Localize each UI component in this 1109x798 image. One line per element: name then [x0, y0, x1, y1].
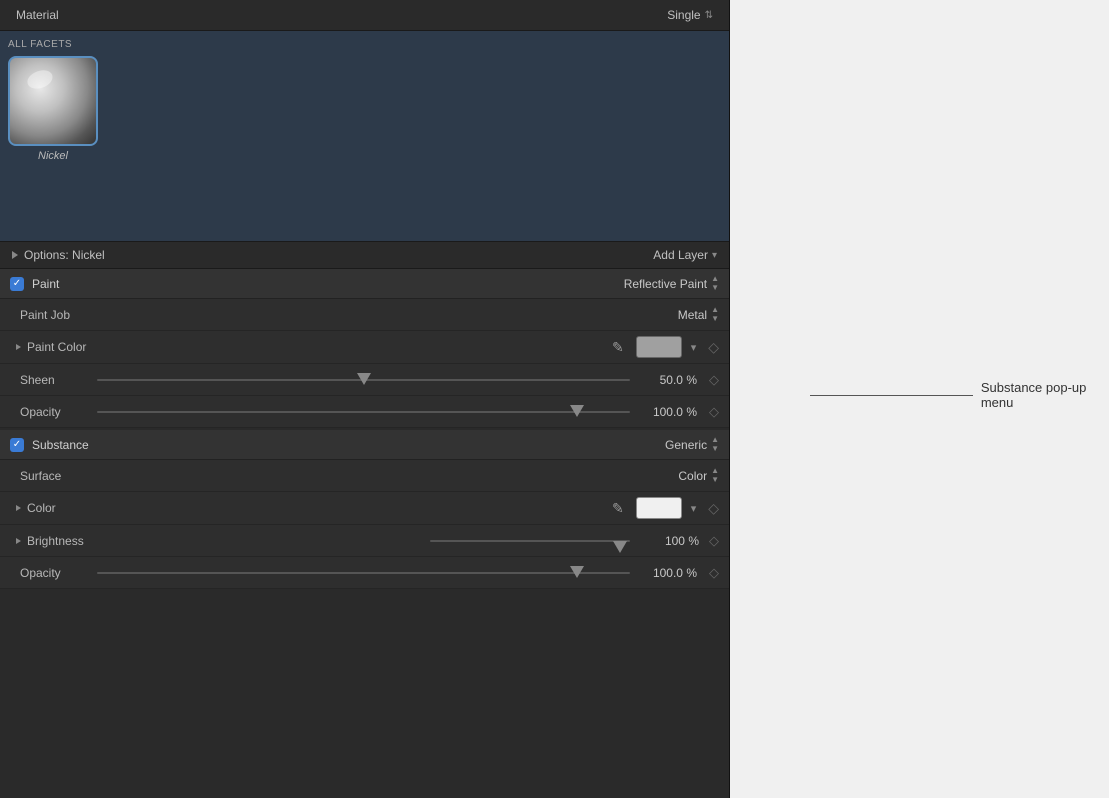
paint-job-label: Paint Job — [20, 308, 70, 322]
paint-job-row: Paint Job Metal ▲▼ — [0, 299, 729, 331]
sheen-keyframe-icon[interactable]: ◇ — [709, 372, 719, 388]
paint-color-eyedropper-icon[interactable]: ✎ — [612, 339, 624, 356]
brightness-slider[interactable] — [430, 540, 630, 542]
sheen-row: Sheen 50.0 % ◇ — [0, 364, 729, 396]
sheen-slider[interactable] — [97, 379, 630, 381]
brightness-row: Brightness 100 % ◇ — [0, 525, 729, 557]
substance-opacity-slider[interactable] — [97, 572, 630, 574]
substance-opacity-label: Opacity — [20, 566, 85, 580]
surface-row: Surface Color ▲▼ — [0, 460, 729, 492]
facet-item[interactable]: Nickel — [8, 56, 98, 162]
surface-label: Surface — [20, 469, 61, 483]
annotation-text: Substance pop-up menu — [981, 380, 1109, 410]
paint-opacity-thumb-icon — [570, 405, 584, 419]
paint-section-header: Paint Reflective Paint ▲▼ — [0, 269, 729, 299]
paint-opacity-keyframe-icon[interactable]: ◇ — [709, 404, 719, 420]
paint-checkbox[interactable] — [10, 277, 24, 291]
right-area: Substance pop-up menu — [730, 0, 1109, 798]
paint-type-select[interactable]: Reflective Paint ▲▼ — [624, 275, 719, 292]
paint-opacity-label: Opacity — [20, 405, 85, 419]
color-expand-icon — [16, 505, 21, 511]
annotation-line — [810, 395, 973, 396]
material-panel: Material Single ⇅ ALL FACETS Nickel Opti… — [0, 0, 730, 798]
options-bar: Options: Nickel Add Layer ▾ — [0, 241, 729, 269]
paint-job-select[interactable]: Metal ▲▼ — [678, 306, 719, 323]
add-layer-chevron-icon: ▾ — [712, 250, 717, 261]
substance-opacity-row: Opacity 100.0 % ◇ — [0, 557, 729, 589]
sheen-label: Sheen — [20, 373, 85, 387]
options-left[interactable]: Options: Nickel — [12, 248, 105, 262]
color-row: Color ✎ ▾ ◇ — [0, 492, 729, 525]
paint-color-swatch-chevron-icon[interactable]: ▾ — [691, 341, 697, 354]
options-expand-icon — [12, 251, 18, 259]
paint-type-stepper-icon: ▲▼ — [711, 275, 719, 292]
substance-opacity-thumb-icon — [570, 566, 584, 580]
substance-opacity-value: 100.0 % — [642, 566, 697, 580]
paint-opacity-slider[interactable] — [97, 411, 630, 413]
paint-opacity-value: 100.0 % — [642, 405, 697, 419]
color-swatch[interactable] — [636, 497, 682, 519]
brightness-label: Brightness — [27, 534, 84, 548]
options-label: Options: Nickel — [24, 248, 105, 262]
facet-thumbnail — [8, 56, 98, 146]
substance-type-select[interactable]: Generic ▲▼ — [665, 436, 719, 453]
facet-name: Nickel — [38, 150, 68, 162]
sheen-value: 50.0 % — [642, 373, 697, 387]
substance-section-name: Substance — [32, 438, 657, 452]
mode-stepper-icon: ⇅ — [705, 10, 713, 21]
panel-header: Material Single ⇅ — [0, 0, 729, 31]
paint-job-stepper-icon: ▲▼ — [711, 306, 719, 323]
brightness-keyframe-icon[interactable]: ◇ — [709, 533, 719, 549]
substance-checkbox[interactable] — [10, 438, 24, 452]
paint-section-name: Paint — [32, 277, 616, 291]
substance-section-header: Substance Generic ▲▼ — [0, 430, 729, 460]
paint-color-row: Paint Color ✎ ▾ ◇ — [0, 331, 729, 364]
surface-stepper-icon: ▲▼ — [711, 467, 719, 484]
paint-color-label: Paint Color — [27, 340, 86, 354]
add-layer-button[interactable]: Add Layer ▾ — [653, 248, 717, 262]
color-label: Color — [27, 501, 56, 515]
annotation: Substance pop-up menu — [810, 380, 1109, 410]
color-eyedropper-icon[interactable]: ✎ — [612, 500, 624, 517]
paint-opacity-row: Opacity 100.0 % ◇ — [0, 396, 729, 428]
paint-color-swatch[interactable] — [636, 336, 682, 358]
substance-opacity-keyframe-icon[interactable]: ◇ — [709, 565, 719, 581]
brightness-value: 100 % — [644, 534, 699, 548]
substance-type-stepper-icon: ▲▼ — [711, 436, 719, 453]
mode-select[interactable]: Single ⇅ — [667, 8, 713, 22]
paint-color-expand-icon — [16, 344, 21, 350]
paint-color-keyframe-icon[interactable]: ◇ — [708, 339, 719, 356]
facets-label: ALL FACETS — [8, 39, 721, 50]
facets-area: ALL FACETS Nickel — [0, 31, 729, 241]
panel-title: Material — [16, 8, 59, 22]
surface-select[interactable]: Color ▲▼ — [678, 467, 719, 484]
sheen-thumb-icon — [357, 373, 371, 387]
brightness-expand-icon — [16, 538, 21, 544]
color-keyframe-icon[interactable]: ◇ — [708, 500, 719, 517]
color-swatch-chevron-icon[interactable]: ▾ — [691, 502, 697, 515]
